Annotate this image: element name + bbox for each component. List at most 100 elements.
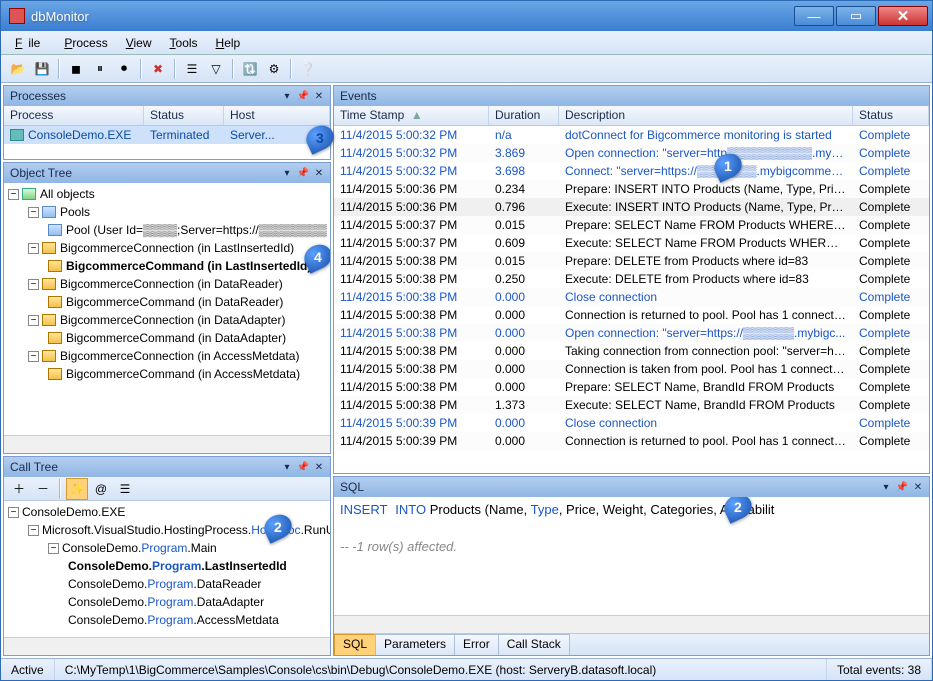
event-row[interactable]: 11/4/2015 5:00:38 PM0.000Connection is t…	[334, 360, 929, 378]
events-header[interactable]: Events	[334, 86, 929, 106]
ct-main[interactable]: −ConsoleDemo.Program.Main ConsoleDemo.Pr…	[48, 539, 328, 629]
col-duration[interactable]: Duration	[489, 106, 559, 125]
dropdown-icon[interactable]: ▾	[879, 480, 893, 494]
refresh-icon[interactable]: 🔃	[239, 58, 261, 80]
event-row[interactable]: 11/4/2015 5:00:32 PM3.698Connect: "serve…	[334, 162, 929, 180]
pin-icon[interactable]: 📌	[296, 89, 310, 103]
collapse-icon[interactable]: −	[28, 315, 39, 326]
horizontal-scrollbar[interactable]	[334, 615, 929, 633]
options-icon[interactable]: ⚙	[263, 58, 285, 80]
expand-icon[interactable]: ＋	[8, 478, 30, 500]
event-row[interactable]: 11/4/2015 5:00:38 PM0.000Close connectio…	[334, 288, 929, 306]
ct-item[interactable]: ConsoleDemo.Program.LastInsertedId	[68, 557, 328, 575]
processes-header[interactable]: Processes ▾ 📌 ✕	[4, 86, 330, 106]
tree-command[interactable]: BigcommerceCommand (in DataReader)	[48, 293, 328, 311]
col-process[interactable]: Process	[4, 106, 144, 125]
tree-command[interactable]: BigcommerceCommand (in LastInsertedId)	[48, 257, 328, 275]
titlebar[interactable]: dbMonitor — ▭ ✕	[1, 1, 932, 31]
event-row[interactable]: 11/4/2015 5:00:38 PM0.000Taking connecti…	[334, 342, 929, 360]
event-row[interactable]: 11/4/2015 5:00:38 PM0.000Open connection…	[334, 324, 929, 342]
event-row[interactable]: 11/4/2015 5:00:32 PMn/adotConnect for Bi…	[334, 126, 929, 144]
dropdown-icon[interactable]: ▾	[280, 166, 294, 180]
event-row[interactable]: 11/4/2015 5:00:32 PM3.869Open connection…	[334, 144, 929, 162]
pin-icon[interactable]: 📌	[895, 480, 909, 494]
event-row[interactable]: 11/4/2015 5:00:37 PM0.609Execute: SELECT…	[334, 234, 929, 252]
event-row[interactable]: 11/4/2015 5:00:38 PM0.000Connection is r…	[334, 306, 929, 324]
tree-root[interactable]: −All objects −Pools Pool (User Id=▒▒▒▒;S…	[8, 185, 328, 383]
call-tree[interactable]: −ConsoleDemo.EXE −Microsoft.VisualStudio…	[4, 501, 330, 637]
dropdown-icon[interactable]: ▾	[280, 460, 294, 474]
horizontal-scrollbar[interactable]	[4, 435, 330, 453]
save-icon[interactable]: 💾	[31, 58, 53, 80]
tree-pools[interactable]: −Pools Pool (User Id=▒▒▒▒;Server=https:/…	[28, 203, 328, 239]
menu-process[interactable]: Process	[58, 34, 113, 52]
col-timestamp[interactable]: Time Stamp ▲	[334, 106, 489, 125]
minimize-button[interactable]: —	[794, 6, 834, 26]
menu-help[interactable]: Help	[210, 34, 247, 52]
collapse-icon[interactable]: －	[32, 478, 54, 500]
event-row[interactable]: 11/4/2015 5:00:39 PM0.000Connection is r…	[334, 432, 929, 450]
menu-tools[interactable]: Tools	[164, 34, 204, 52]
tree-connection[interactable]: −BigcommerceConnection (in DataReader)Bi…	[28, 275, 328, 311]
close-icon[interactable]: ✕	[312, 166, 326, 180]
tab-callstack[interactable]: Call Stack	[498, 634, 570, 655]
ct-item[interactable]: ConsoleDemo.Program.AccessMetdata	[68, 611, 328, 629]
col-host[interactable]: Host	[224, 106, 330, 125]
filter-icon[interactable]: ▽	[205, 58, 227, 80]
collapse-icon[interactable]: −	[28, 525, 39, 536]
call-tree-header[interactable]: Call Tree ▾ 📌 ✕	[4, 457, 330, 477]
tree-connection[interactable]: −BigcommerceConnection (in DataAdapter)B…	[28, 311, 328, 347]
pin-icon[interactable]: 📌	[296, 460, 310, 474]
close-icon[interactable]: ✕	[312, 460, 326, 474]
ct-item[interactable]: ConsoleDemo.Program.DataAdapter	[68, 593, 328, 611]
tab-sql[interactable]: SQL	[334, 634, 376, 655]
tree-command[interactable]: BigcommerceCommand (in AccessMetdata)	[48, 365, 328, 383]
collapse-icon[interactable]: −	[28, 279, 39, 290]
help-icon[interactable]: ❔	[297, 58, 319, 80]
object-tree[interactable]: −All objects −Pools Pool (User Id=▒▒▒▒;S…	[4, 183, 330, 435]
collapse-icon[interactable]: −	[8, 189, 19, 200]
event-row[interactable]: 11/4/2015 5:00:36 PM0.234Prepare: INSERT…	[334, 180, 929, 198]
tree-pool-item[interactable]: Pool (User Id=▒▒▒▒;Server=https://▒▒▒▒▒▒…	[48, 221, 328, 239]
pin-icon[interactable]: 📌	[296, 166, 310, 180]
highlight-icon[interactable]: ✨	[66, 478, 88, 500]
event-row[interactable]: 11/4/2015 5:00:38 PM0.015Prepare: DELETE…	[334, 252, 929, 270]
collapse-icon[interactable]: −	[8, 507, 19, 518]
delete-icon[interactable]: ✖	[147, 58, 169, 80]
event-row[interactable]: 11/4/2015 5:00:37 PM0.015Prepare: SELECT…	[334, 216, 929, 234]
col-status[interactable]: Status	[853, 106, 929, 125]
stop-icon[interactable]: ◼	[65, 58, 87, 80]
tree-command[interactable]: BigcommerceCommand (in DataAdapter)	[48, 329, 328, 347]
menu-view[interactable]: View	[120, 34, 158, 52]
tree-connection[interactable]: −BigcommerceConnection (in AccessMetdata…	[28, 347, 328, 383]
sql-header[interactable]: SQL ▾ 📌 ✕	[334, 477, 929, 497]
object-tree-header[interactable]: Object Tree ▾ 📌 ✕	[4, 163, 330, 183]
close-icon[interactable]: ✕	[911, 480, 925, 494]
tab-parameters[interactable]: Parameters	[375, 634, 455, 655]
collapse-icon[interactable]: −	[28, 243, 39, 254]
events-body[interactable]: 11/4/2015 5:00:32 PMn/adotConnect for Bi…	[334, 126, 929, 473]
tree-connection[interactable]: −BigcommerceConnection (in LastInsertedI…	[28, 239, 328, 275]
record-icon[interactable]: ⏺	[113, 58, 135, 80]
at-icon[interactable]: @	[90, 478, 112, 500]
col-description[interactable]: Description	[559, 106, 853, 125]
tab-error[interactable]: Error	[454, 634, 499, 655]
event-row[interactable]: 11/4/2015 5:00:38 PM0.000Prepare: SELECT…	[334, 378, 929, 396]
collapse-icon[interactable]: −	[48, 543, 59, 554]
process-row[interactable]: ConsoleDemo.EXE Terminated Server... 3	[4, 126, 330, 144]
sql-text[interactable]: INSERT INTO Products (Name, Type, Price,…	[334, 497, 929, 615]
event-row[interactable]: 11/4/2015 5:00:38 PM1.373Execute: SELECT…	[334, 396, 929, 414]
list-icon[interactable]: ☰	[114, 478, 136, 500]
list-icon[interactable]: ☰	[181, 58, 203, 80]
collapse-icon[interactable]: −	[28, 351, 39, 362]
close-icon[interactable]: ✕	[312, 89, 326, 103]
close-button[interactable]: ✕	[878, 6, 928, 26]
menu-file[interactable]: File	[9, 34, 52, 52]
pause-icon[interactable]: ⏸	[89, 58, 111, 80]
event-row[interactable]: 11/4/2015 5:00:36 PM0.796Execute: INSERT…	[334, 198, 929, 216]
event-row[interactable]: 11/4/2015 5:00:39 PM0.000Close connectio…	[334, 414, 929, 432]
event-row[interactable]: 11/4/2015 5:00:38 PM0.250Execute: DELETE…	[334, 270, 929, 288]
horizontal-scrollbar[interactable]	[4, 637, 330, 655]
col-status[interactable]: Status	[144, 106, 224, 125]
collapse-icon[interactable]: −	[28, 207, 39, 218]
